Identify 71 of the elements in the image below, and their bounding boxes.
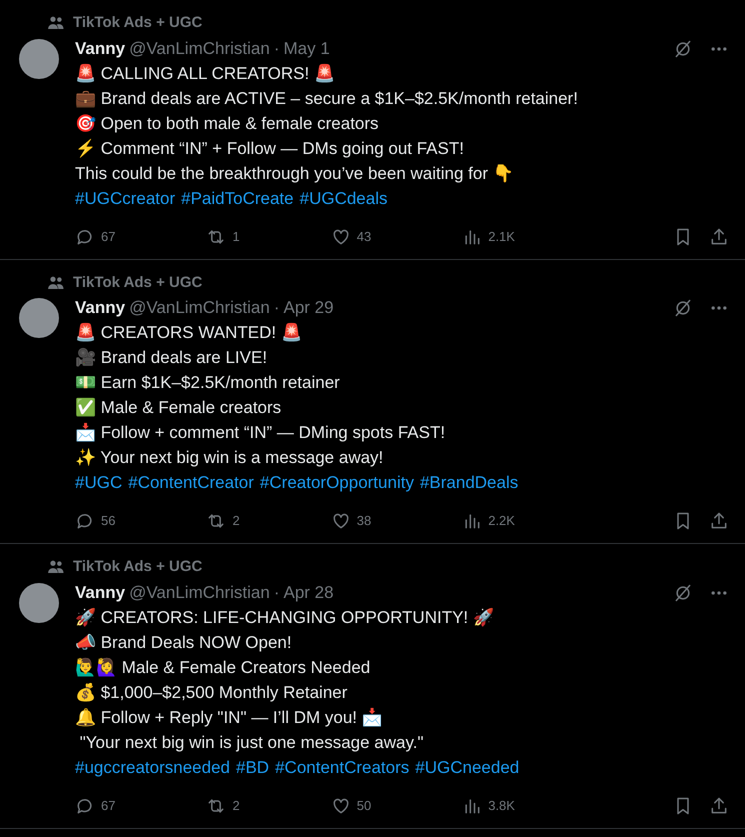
- repost-button[interactable]: 2: [206, 796, 240, 816]
- hashtag-link[interactable]: #UGCdeals: [300, 186, 388, 210]
- avatar[interactable]: [19, 298, 59, 338]
- avatar[interactable]: [19, 38, 59, 78]
- post-text-line: 🎯 Open to both male & female creators: [75, 112, 380, 134]
- post-text-line: 📩 Follow + comment “IN” — DMing spots FAST!: [75, 422, 446, 444]
- user-handle[interactable]: @VanLimChristian: [129, 36, 270, 60]
- post-date[interactable]: May 1: [283, 36, 330, 60]
- avatar[interactable]: [19, 582, 59, 622]
- post-text-line: ✅ Male & Female creators: [75, 396, 282, 419]
- share-icon: [709, 796, 729, 816]
- hashtag-link[interactable]: #ContentCreator: [128, 470, 254, 495]
- separator-dot: ·: [274, 38, 280, 60]
- community-label[interactable]: TikTok Ads + UGC: [73, 12, 202, 34]
- post-text-line: 🚀 CREATORS: LIFE-CHANGING OPPORTUNITY! 🚀: [75, 606, 495, 628]
- slashed-circle-icon: [673, 298, 693, 318]
- share-icon: [709, 511, 729, 531]
- hashtag-link[interactable]: #PaidToCreate: [181, 186, 294, 210]
- slashed-circle-icon: [673, 38, 693, 58]
- separator-dot: ·: [274, 297, 280, 319]
- hashtag-link[interactable]: #ugccreatorsneeded: [75, 754, 230, 780]
- views-button[interactable]: 3.8K: [462, 796, 515, 816]
- post-text-line: 🙋‍♂🙋‍♀ Male & Female Creators Needed: [75, 656, 372, 678]
- post-text-line: 💵 Earn $1K–$2.5K/month retainer: [75, 372, 341, 394]
- post-date[interactable]: Apr 28: [283, 580, 334, 604]
- like-button[interactable]: 38: [330, 511, 372, 531]
- user-handle[interactable]: @VanLimChristian: [129, 296, 270, 320]
- post-text-line: This could be the breakthrough you’ve been waiting for 👇: [75, 162, 515, 184]
- heart-icon: [330, 226, 351, 246]
- display-name[interactable]: Vanny: [75, 296, 126, 320]
- repost-button[interactable]: 2: [206, 511, 240, 531]
- post-text-line: 🎥 Brand deals are LIVE!: [75, 347, 268, 369]
- display-name[interactable]: Vanny: [75, 580, 126, 604]
- share-button[interactable]: [709, 796, 729, 816]
- community-label[interactable]: TikTok Ads + UGC: [73, 556, 202, 578]
- post-date[interactable]: Apr 29: [283, 296, 334, 320]
- reply-button[interactable]: 56: [75, 511, 116, 531]
- slashed-circle-icon: [673, 582, 693, 602]
- hashtag-link[interactable]: #UGC: [75, 470, 122, 495]
- display-name[interactable]: Vanny: [75, 36, 126, 60]
- reply-button[interactable]: 67: [75, 226, 116, 246]
- share-button[interactable]: [709, 226, 729, 246]
- post-text-line: 🚨 CREATORS WANTED! 🚨: [75, 322, 303, 344]
- post-text-line: 🔔 Follow + Reply "IN" — I’ll DM you! 📩: [75, 706, 384, 728]
- hashtag-link[interactable]: #BD: [236, 754, 270, 780]
- separator-dot: ·: [274, 582, 280, 604]
- post-text-line: 💰 $1,000–$2,500 Monthly Retainer: [75, 682, 348, 704]
- hashtag-link[interactable]: #CreatorOpportunity: [260, 470, 414, 495]
- post-text-line: ⚡ Comment “IN” + Follow — DMs going out FAST!: [75, 138, 465, 160]
- hashtag-link[interactable]: #BrandDeals: [420, 470, 518, 495]
- like-button[interactable]: 43: [330, 226, 372, 246]
- like-button[interactable]: 50: [330, 796, 372, 816]
- community-label[interactable]: TikTok Ads + UGC: [73, 272, 202, 294]
- share-icon: [709, 226, 729, 246]
- hashtag-link[interactable]: #UGCcreator: [75, 186, 176, 210]
- reply-button[interactable]: 67: [75, 796, 116, 816]
- hashtag-link[interactable]: #ContentCreators: [275, 754, 410, 780]
- heart-icon: [330, 796, 351, 816]
- repost-button[interactable]: 1: [206, 226, 240, 246]
- views-button[interactable]: 2.1K: [462, 226, 515, 246]
- user-handle[interactable]: @VanLimChristian: [129, 580, 270, 604]
- post-text-line: 💼 Brand deals are ACTIVE – secure a $1K–$2.5K/month retainer!: [75, 88, 579, 110]
- share-button[interactable]: [709, 511, 729, 531]
- heart-icon: [330, 511, 351, 531]
- post-text-line: "Your next big win is just one message away.": [78, 732, 424, 754]
- hashtag-link[interactable]: #UGCneeded: [415, 754, 520, 780]
- people-icon: [47, 274, 65, 292]
- post-text-line: ✨ Your next big win is a message away!: [75, 447, 384, 469]
- post-text-line: 📣 Brand Deals NOW Open!: [75, 632, 293, 654]
- views-button[interactable]: 2.2K: [462, 511, 515, 531]
- post-text-line: 🚨 CALLING ALL CREATORS! 🚨: [75, 62, 336, 84]
